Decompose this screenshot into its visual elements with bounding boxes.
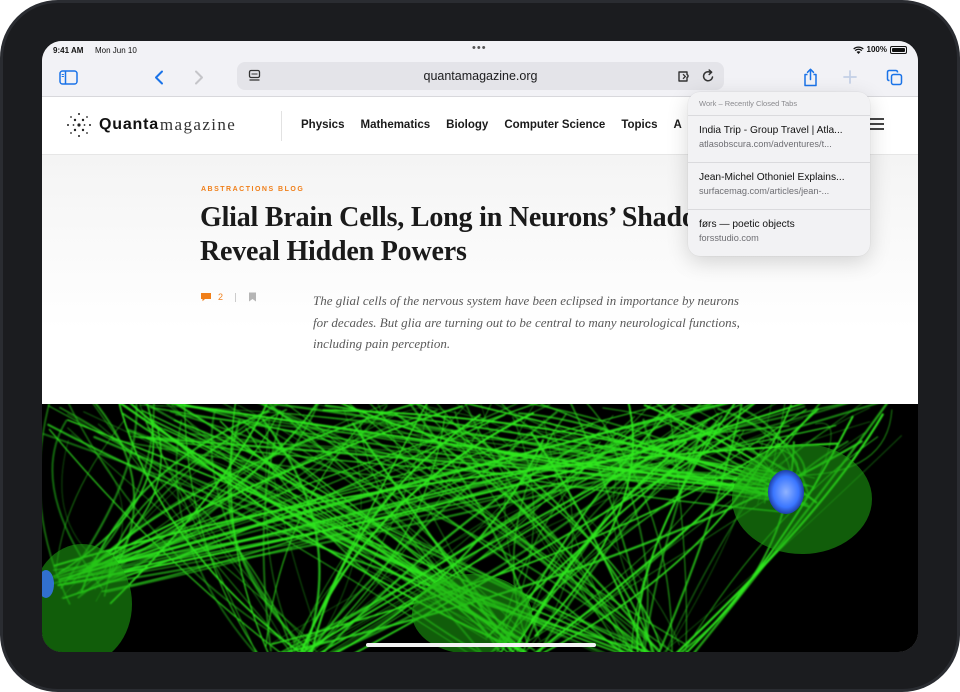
closed-tab-title: førs — poetic objects [699, 219, 795, 230]
glial-cells-image [42, 404, 918, 652]
logo-wordmark-magazine: magazine [159, 115, 237, 134]
article-meta: 2 [200, 292, 257, 302]
comment-icon[interactable] [200, 292, 212, 302]
nav-physics[interactable]: Physics [301, 119, 344, 131]
ipad-frame: 9:41 AM Mon Jun 10 ••• 100% quantamagazi… [0, 0, 960, 692]
battery-icon [890, 45, 907, 54]
screen: 9:41 AM Mon Jun 10 ••• 100% quantamagazi… [42, 41, 918, 652]
wifi-icon [852, 46, 864, 54]
nav-archive[interactable]: A [674, 119, 682, 131]
closed-tab-url: forsstudio.com [699, 233, 759, 243]
closed-tab-url: atlasobscura.com/adventures/t... [699, 139, 832, 149]
forward-icon[interactable] [187, 65, 211, 89]
closed-tab-title: Jean-Michel Othoniel Explains... [699, 172, 845, 183]
status-indicators: 100% [852, 45, 907, 54]
battery-percent: 100% [866, 45, 887, 54]
article-kicker[interactable]: ABSTRACTIONS BLOG [201, 186, 304, 193]
status-time: 9:41 AM [53, 46, 84, 55]
article-headline: Glial Brain Cells, Long in Neurons’ Shad… [200, 202, 721, 267]
home-indicator[interactable] [366, 643, 596, 647]
recently-closed-tabs-popover: Work – Recently Closed Tabs India Trip -… [688, 92, 870, 256]
share-icon[interactable] [798, 65, 822, 89]
multitasking-dots-icon[interactable]: ••• [472, 42, 487, 54]
nav-mathematics[interactable]: Mathematics [360, 119, 430, 131]
comment-count[interactable]: 2 [218, 292, 223, 302]
article-summary: The glial cells of the nervous system ha… [313, 293, 740, 351]
site-nav: Physics Mathematics Biology Computer Sci… [301, 119, 682, 131]
nav-biology[interactable]: Biology [446, 119, 488, 131]
hero-image [42, 404, 918, 652]
site-logo[interactable]: Quanta magazine [66, 112, 236, 138]
bookmark-icon[interactable] [248, 292, 257, 302]
url-text[interactable]: quantamagazine.org [237, 69, 724, 83]
popover-divider [688, 115, 870, 116]
closed-tab-item[interactable]: India Trip - Group Travel | Atla... atla… [699, 125, 861, 149]
extension-icon[interactable] [676, 67, 694, 85]
status-bar: 9:41 AM Mon Jun 10 ••• 100% [42, 41, 918, 59]
cell-nucleus [768, 470, 804, 514]
nav-computer-science[interactable]: Computer Science [504, 119, 605, 131]
closed-tab-item[interactable]: førs — poetic objects forsstudio.com [699, 219, 861, 243]
closed-tab-title: India Trip - Group Travel | Atla... [699, 125, 843, 136]
menu-icon[interactable] [870, 118, 884, 133]
sidebar-icon[interactable] [56, 65, 80, 89]
meta-divider [235, 292, 237, 302]
popover-divider [688, 162, 870, 163]
logo-wordmark-quanta: Quanta [99, 116, 159, 133]
status-date: Mon Jun 10 [95, 46, 137, 55]
tabs-icon[interactable] [882, 65, 906, 89]
nav-topics[interactable]: Topics [621, 119, 657, 131]
popover-divider [688, 209, 870, 210]
closed-tab-item[interactable]: Jean-Michel Othoniel Explains... surface… [699, 172, 861, 196]
closed-tab-url: surfacemag.com/articles/jean-... [699, 186, 830, 196]
back-icon[interactable] [147, 65, 171, 89]
quanta-logo-icon [67, 113, 91, 137]
address-bar[interactable]: quantamagazine.org [237, 62, 724, 90]
popover-header: Work – Recently Closed Tabs [699, 99, 798, 108]
reload-icon[interactable] [699, 67, 717, 85]
new-tab-icon[interactable] [838, 65, 862, 89]
nav-divider [281, 111, 282, 141]
